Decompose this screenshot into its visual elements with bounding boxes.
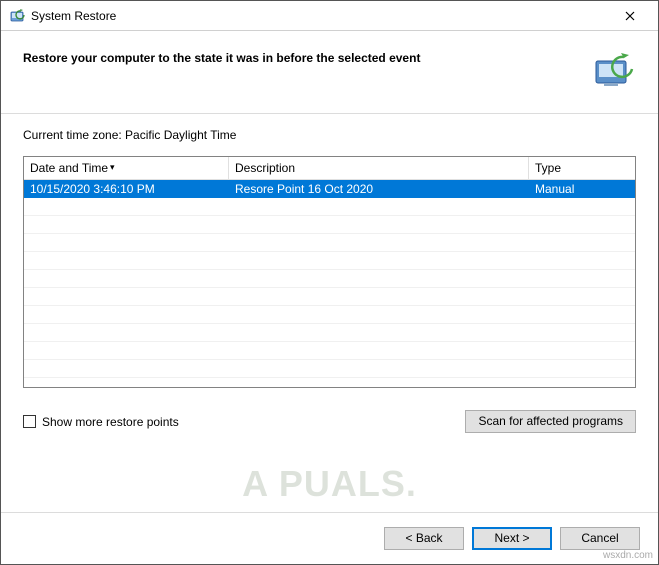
column-header-description[interactable]: Description: [229, 157, 529, 179]
content-area: Current time zone: Pacific Daylight Time…: [1, 113, 658, 512]
table-row-empty: [24, 324, 635, 342]
close-button[interactable]: [610, 2, 650, 30]
table-row-empty: [24, 216, 635, 234]
titlebar: System Restore: [1, 1, 658, 31]
table-row[interactable]: 10/15/2020 3:46:10 PM Resore Point 16 Oc…: [24, 180, 635, 198]
table-row-empty: [24, 198, 635, 216]
show-more-label: Show more restore points: [42, 415, 179, 429]
back-button[interactable]: < Back: [384, 527, 464, 550]
table-row-empty: [24, 234, 635, 252]
system-restore-window: System Restore Restore your computer to …: [0, 0, 659, 565]
restore-icon: [9, 8, 25, 24]
column-header-type[interactable]: Type: [529, 157, 635, 179]
column-header-description-label: Description: [235, 161, 295, 175]
cancel-button[interactable]: Cancel: [560, 527, 640, 550]
next-button[interactable]: Next >: [472, 527, 552, 550]
table-body[interactable]: 10/15/2020 3:46:10 PM Resore Point 16 Oc…: [24, 180, 635, 387]
page-heading: Restore your computer to the state it wa…: [23, 49, 570, 65]
restore-points-table: Date and Time ▾ Description Type 10/15/2…: [23, 156, 636, 388]
restore-large-icon: [590, 49, 636, 95]
table-row-empty: [24, 306, 635, 324]
scan-affected-button[interactable]: Scan for affected programs: [465, 410, 636, 433]
cell-datetime: 10/15/2020 3:46:10 PM: [24, 182, 229, 196]
table-header: Date and Time ▾ Description Type: [24, 157, 635, 180]
column-header-datetime-label: Date and Time: [30, 161, 108, 175]
table-row-empty: [24, 342, 635, 360]
column-header-type-label: Type: [535, 161, 561, 175]
show-more-checkbox[interactable]: Show more restore points: [23, 415, 179, 429]
wizard-footer: < Back Next > Cancel: [1, 512, 658, 564]
table-row-empty: [24, 360, 635, 378]
table-row-empty: [24, 252, 635, 270]
table-row-empty: [24, 270, 635, 288]
sort-descending-icon: ▾: [110, 162, 115, 173]
checkbox-icon: [23, 415, 36, 428]
options-row: Show more restore points Scan for affect…: [23, 410, 636, 433]
cell-type: Manual: [529, 182, 635, 196]
window-title: System Restore: [31, 9, 610, 23]
column-header-datetime[interactable]: Date and Time ▾: [24, 157, 229, 179]
header: Restore your computer to the state it wa…: [1, 31, 658, 113]
table-row-empty: [24, 288, 635, 306]
timezone-label: Current time zone: Pacific Daylight Time: [23, 128, 636, 142]
cell-description: Resore Point 16 Oct 2020: [229, 182, 529, 196]
